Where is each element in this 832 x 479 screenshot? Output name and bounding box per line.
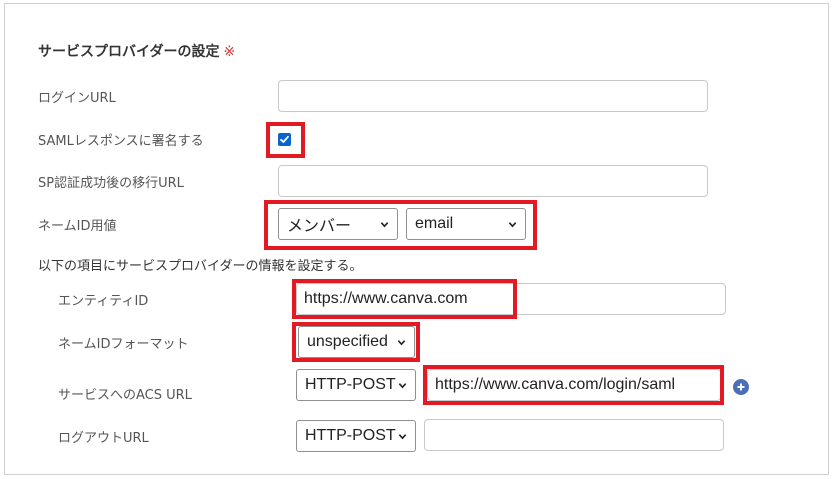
check-icon: [280, 135, 289, 143]
highlight-box: [292, 279, 517, 319]
chevron-down-icon: [380, 221, 389, 227]
chevron-down-icon: [398, 382, 407, 388]
login-url-label: ログインURL: [38, 91, 116, 106]
name-id-format-label: ネームIDフォーマット: [58, 337, 189, 352]
name-id-format-value: unspecified: [307, 333, 388, 350]
name-id-source-select[interactable]: メンバー: [278, 208, 398, 240]
name-id-attribute-value: email: [415, 215, 454, 232]
name-id-attribute-select[interactable]: email: [406, 208, 526, 240]
plus-icon: [737, 383, 745, 391]
section-title-text: サービスプロバイダーの設定: [38, 44, 220, 60]
sign-saml-checkbox[interactable]: [278, 133, 291, 146]
section-title: サービスプロバイダーの設定 ※: [38, 41, 235, 61]
entity-id-label: エンティティID: [58, 294, 149, 309]
highlight-box: [423, 365, 724, 405]
logout-url-input[interactable]: [424, 419, 724, 451]
login-url-input[interactable]: [278, 80, 708, 112]
post-login-url-input[interactable]: [278, 165, 708, 197]
acs-binding-select[interactable]: HTTP-POST: [296, 369, 416, 401]
required-mark: ※: [223, 44, 236, 60]
name-id-source-value: メンバー: [287, 218, 352, 235]
logout-url-label: ログアウトURL: [58, 431, 149, 446]
plus-circle-icon[interactable]: [733, 379, 749, 395]
name-id-value-label: ネームID用値: [38, 219, 117, 234]
sign-saml-label: SAMLレスポンスに署名する: [38, 134, 204, 149]
acs-binding-value: HTTP-POST: [305, 376, 396, 393]
logout-binding-select[interactable]: HTTP-POST: [296, 420, 416, 452]
sp-info-intro: 以下の項目にサービスプロバイダーの情報を設定する。: [38, 259, 363, 274]
chevron-down-icon: [397, 339, 406, 345]
chevron-down-icon: [508, 221, 517, 227]
logout-binding-value: HTTP-POST: [305, 427, 396, 444]
name-id-format-select[interactable]: unspecified: [298, 326, 415, 358]
chevron-down-icon: [398, 433, 407, 439]
post-login-url-label: SP認証成功後の移行URL: [38, 176, 184, 191]
acs-url-label: サービスへのACS URL: [58, 388, 192, 403]
